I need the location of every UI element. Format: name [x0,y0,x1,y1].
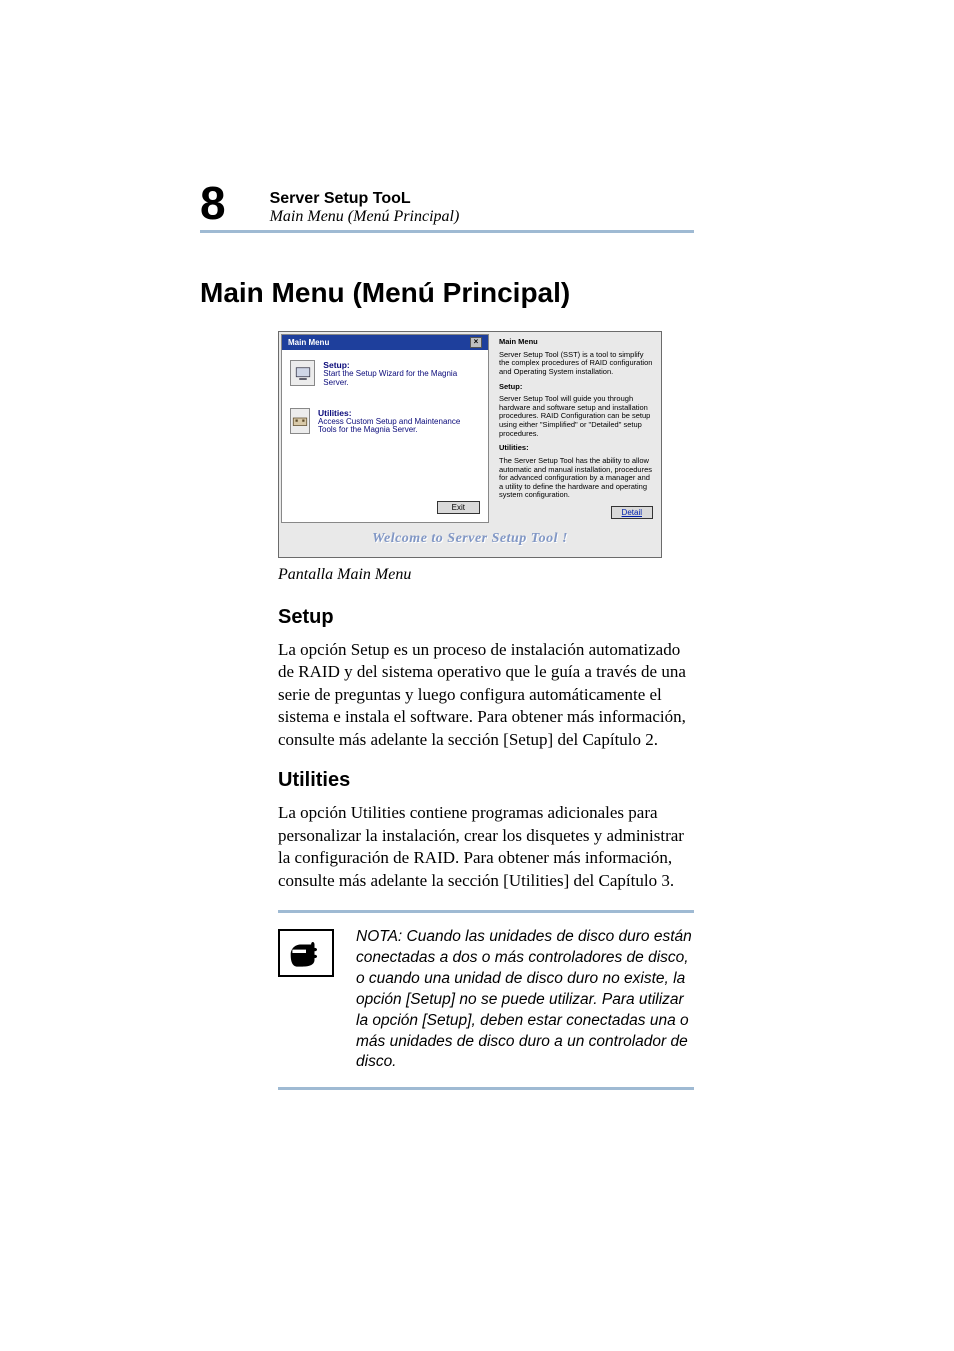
menu-item-utilities[interactable]: Utilities: Access Custom Setup and Maint… [290,408,480,436]
subsection-heading-setup: Setup [278,606,694,629]
note-rule-top [278,910,694,913]
close-icon[interactable]: × [470,337,482,348]
menu-item-setup[interactable]: Setup: Start the Setup Wizard for the Ma… [290,360,480,388]
window-title: Main Menu [288,338,329,347]
menu-item-desc: Start the Setup Wizard for the Magnia Se… [323,370,480,388]
exit-row: Exit [290,491,480,514]
main-menu-pane: Main Menu × Setup: Start the Setup Wizar… [281,334,489,523]
utilities-icon [290,408,310,434]
page-number: 8 [200,180,226,226]
help-paragraph: Server Setup Tool (SST) is a tool to sim… [499,351,653,377]
exit-button[interactable]: Exit [437,501,480,514]
menu-item-text: Utilities: Access Custom Setup and Maint… [318,408,480,436]
help-footer: Detail [499,506,653,519]
page: 8 Server Setup TooL Main Menu (Menú Prin… [0,0,954,1351]
detail-button[interactable]: Detail [611,506,653,519]
welcome-text: Welcome to Server Setup Tool ! [372,531,568,546]
help-heading: Main Menu [499,338,653,347]
note-text: NOTA: Cuando las unidades de disco duro … [356,927,694,1073]
header-subtitle: Main Menu (Menú Principal) [270,208,460,226]
screenshot-window: Main Menu × Setup: Start the Setup Wizar… [278,331,662,558]
note-hand-icon [278,929,334,977]
note-block: NOTA: Cuando las unidades de disco duro … [278,927,694,1073]
running-header: 8 Server Setup TooL Main Menu (Menú Prin… [200,180,694,233]
body-paragraph: La opción Utilities contiene programas a… [278,802,694,892]
menu-list: Setup: Start the Setup Wizard for the Ma… [282,350,488,522]
figure-caption: Pantalla Main Menu [278,566,694,584]
subsection-heading-utilities: Utilities [278,769,694,792]
header-title: Server Setup TooL [270,190,460,208]
screenshot-figure: Main Menu × Setup: Start the Setup Wizar… [278,331,694,558]
window-titlebar: Main Menu × [282,335,488,350]
help-paragraph: The Server Setup Tool has the ability to… [499,457,653,500]
section-heading-main: Main Menu (Menú Principal) [200,277,694,309]
menu-item-text: Setup: Start the Setup Wizard for the Ma… [323,360,480,388]
setup-icon [290,360,315,386]
help-pane: Main Menu Server Setup Tool (SST) is a t… [491,332,661,525]
help-subheading-utilities: Utilities: [499,444,653,453]
menu-item-desc: Access Custom Setup and Maintenance Tool… [318,418,480,436]
body-paragraph: La opción Setup es un proceso de instala… [278,639,694,751]
help-subheading-setup: Setup: [499,383,653,392]
header-text: Server Setup TooL Main Menu (Menú Princi… [270,190,460,226]
help-paragraph: Server Setup Tool will guide you through… [499,395,653,438]
screenshot-body: Main Menu × Setup: Start the Setup Wizar… [279,332,661,525]
note-rule-bottom [278,1087,694,1090]
welcome-banner: Welcome to Server Setup Tool ! [279,525,661,557]
